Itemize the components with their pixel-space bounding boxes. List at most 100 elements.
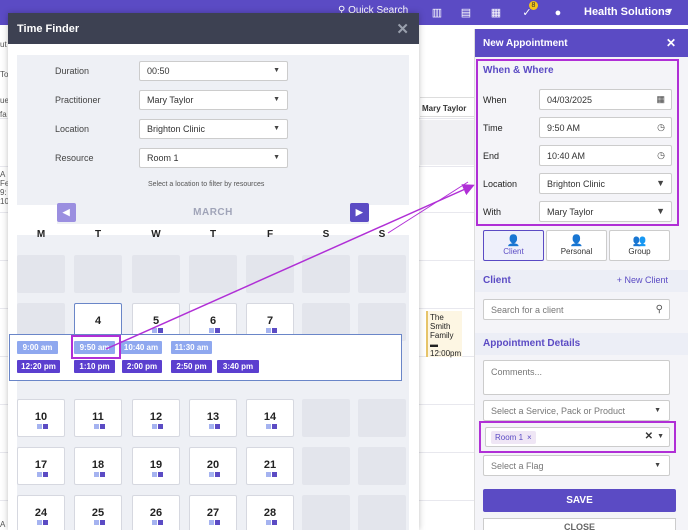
availability-marker: [37, 520, 42, 525]
time-slot[interactable]: 9:00 am: [17, 341, 58, 354]
location-label: Location: [55, 124, 90, 134]
availability-marker: [272, 424, 277, 429]
calendar-day-26[interactable]: 26: [132, 495, 180, 530]
chevron-down-icon[interactable]: ▼: [665, 6, 674, 16]
calendar-cell-empty: [358, 255, 406, 293]
service-select[interactable]: Select a Service, Pack or Product ▼: [483, 400, 670, 421]
chevron-down-icon: ▼: [654, 462, 661, 469]
calendar-day-11[interactable]: 11: [74, 399, 122, 437]
resource-multiselect[interactable]: Room 1 × ✕ ▼: [485, 427, 670, 447]
when-row: When 04/03/2025 ▦: [483, 89, 672, 110]
calendar-day-24[interactable]: 24: [17, 495, 65, 530]
availability-marker: [272, 472, 277, 477]
availability-marker: [94, 520, 99, 525]
practitioner-label: Practitioner: [55, 95, 101, 105]
bg-fragment: A: [0, 520, 6, 529]
calendar-day-17[interactable]: 17: [17, 447, 65, 485]
calendar-day-10[interactable]: 10: [17, 399, 65, 437]
calendar-day-12[interactable]: 12: [132, 399, 180, 437]
location-select[interactable]: Brighton Clinic ▼: [539, 173, 672, 194]
group-icon: 👥: [632, 235, 647, 247]
close-icon[interactable]: ✕: [666, 36, 676, 50]
duration-row: Duration 00:50 ▼: [55, 61, 288, 81]
calendar-day-14[interactable]: 14: [246, 399, 294, 437]
availability-marker: [215, 328, 220, 333]
time-slot[interactable]: 3:40 pm: [217, 360, 259, 373]
availability-marker: [152, 472, 157, 477]
calendar-cell-empty: [302, 399, 350, 437]
end-row: End 10:40 AM ◷: [483, 145, 672, 166]
end-time-input[interactable]: 10:40 AM ◷: [539, 145, 672, 166]
save-button[interactable]: SAVE: [483, 489, 676, 512]
availability-marker: [94, 424, 99, 429]
time-slot[interactable]: 2:00 pm: [122, 360, 162, 373]
tasks-icon[interactable]: ✓ 8: [514, 1, 540, 22]
type-client-button[interactable]: 👤 Client: [483, 230, 544, 261]
chevron-down-icon[interactable]: ▼: [657, 433, 664, 440]
location-label: Location: [483, 178, 518, 189]
calendar-cell-empty: [302, 495, 350, 530]
remove-chip-icon[interactable]: ×: [527, 433, 532, 442]
availability-marker: [94, 472, 99, 477]
practitioner-select[interactable]: Mary Taylor ▼: [139, 90, 288, 110]
time-slot[interactable]: 10:40 am: [120, 341, 162, 354]
time-finder-title: Time Finder: [17, 22, 80, 35]
calendar-day-27[interactable]: 27: [189, 495, 237, 530]
with-label: With: [483, 206, 501, 217]
calendar-day-19[interactable]: 19: [132, 447, 180, 485]
brand-menu[interactable]: Health Solutions: [584, 6, 671, 18]
close-icon[interactable]: ✕: [396, 20, 409, 38]
location-select[interactable]: Brighton Clinic ▼: [139, 119, 288, 139]
chart-icon[interactable]: ▥: [424, 3, 450, 22]
task-count-badge: 8: [529, 1, 538, 10]
start-time-input[interactable]: 9:50 AM ◷: [539, 117, 672, 138]
type-group-button[interactable]: 👥 Group: [609, 230, 670, 261]
availability-marker: [158, 424, 163, 429]
calendar-day-20[interactable]: 20: [189, 447, 237, 485]
user-icon: 👤: [506, 235, 521, 247]
user-settings-icon: 👤: [569, 235, 584, 247]
resource-select[interactable]: Room 1 ▼: [139, 148, 288, 168]
new-client-link[interactable]: + New Client: [617, 275, 668, 285]
with-row: With Mary Taylor ▼: [483, 201, 672, 222]
type-personal-button[interactable]: 👤 Personal: [546, 230, 607, 261]
comments-textarea[interactable]: Comments...: [483, 360, 670, 395]
clipboard-icon[interactable]: ▤: [453, 3, 479, 22]
calendar-day-21[interactable]: 21: [246, 447, 294, 485]
chevron-down-icon: ▼: [273, 67, 280, 74]
calendar-event[interactable]: The Smith Family ▬ 12:00pm: [426, 311, 462, 358]
clear-icon[interactable]: ✕: [645, 431, 653, 442]
availability-marker: [100, 424, 105, 429]
calendar-cell-empty: [132, 255, 180, 293]
bg-fragment: fa: [0, 110, 7, 119]
calendar-icon[interactable]: ▦: [483, 3, 509, 22]
chevron-right-icon[interactable]: ▶: [350, 203, 369, 222]
time-slot[interactable]: 11:30 am: [171, 341, 212, 354]
calendar-day-25[interactable]: 25: [74, 495, 122, 530]
resource-highlight: Room 1 × ✕ ▼: [479, 421, 676, 453]
availability-marker: [266, 328, 271, 333]
availability-marker: [100, 472, 105, 477]
practitioner-select[interactable]: Mary Taylor ▼: [539, 201, 672, 222]
when-date-input[interactable]: 04/03/2025 ▦: [539, 89, 672, 110]
calendar-day-13[interactable]: 13: [189, 399, 237, 437]
flag-select[interactable]: Select a Flag ▼: [483, 455, 670, 476]
client-title: Client: [483, 275, 511, 286]
availability-marker: [37, 424, 42, 429]
chevron-down-icon: ▼: [273, 96, 280, 103]
close-button[interactable]: CLOSE: [483, 518, 676, 530]
client-search-input[interactable]: Search for a client ⚲: [483, 299, 670, 320]
availability-marker: [152, 424, 157, 429]
time-slot[interactable]: 2:50 pm: [171, 360, 212, 373]
clock-icon: ◷: [657, 122, 665, 132]
calendar-day-28[interactable]: 28: [246, 495, 294, 530]
chat-icon[interactable]: ●: [545, 3, 571, 22]
availability-marker: [158, 328, 163, 333]
duration-select[interactable]: 00:50 ▼: [139, 61, 288, 81]
time-slot[interactable]: 1:10 pm: [74, 360, 115, 373]
time-slot[interactable]: 12:20 pm: [17, 360, 60, 373]
calendar-day-18[interactable]: 18: [74, 447, 122, 485]
availability-marker: [272, 328, 277, 333]
chevron-down-icon: ▼: [656, 206, 665, 216]
chevron-left-icon[interactable]: ◀: [57, 203, 76, 222]
